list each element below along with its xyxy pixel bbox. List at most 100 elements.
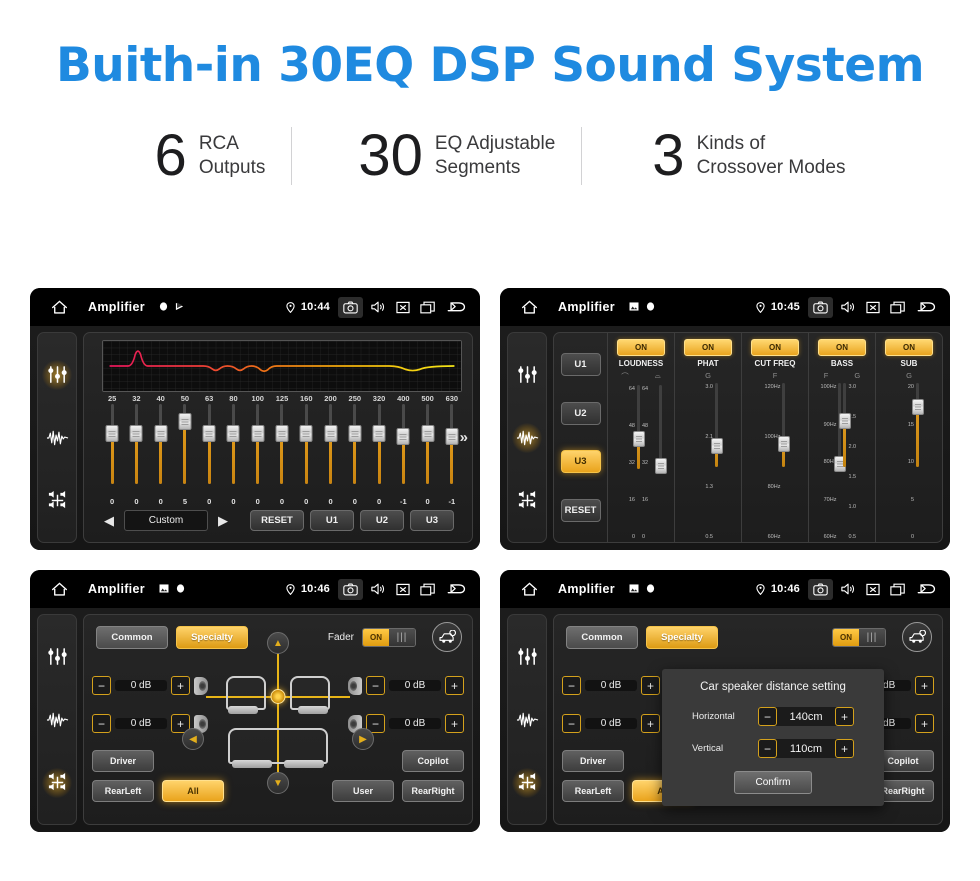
close-icon[interactable] (866, 583, 880, 596)
eq-slider[interactable] (124, 404, 148, 496)
eq-slider-thumb[interactable] (299, 425, 313, 443)
slider-thumb[interactable] (710, 438, 723, 454)
position-user-button[interactable]: User (332, 780, 394, 802)
reset-button[interactable]: RESET (560, 499, 601, 523)
close-icon[interactable] (396, 583, 410, 596)
eq-slider-thumb[interactable] (129, 425, 143, 443)
eq-slider-thumb[interactable] (372, 425, 386, 443)
eq-slider-thumb[interactable] (421, 425, 435, 443)
eq-slider[interactable] (270, 404, 294, 496)
eq-slider-thumb[interactable] (348, 425, 362, 443)
sidebar-item-waveform[interactable] (42, 423, 72, 453)
position-driver-button[interactable]: Driver (92, 750, 154, 772)
sidebar-item-equalizer[interactable] (512, 642, 542, 672)
effect-slider[interactable] (654, 385, 667, 542)
preset-next-button[interactable]: ▶ (214, 513, 232, 529)
sidebar-item-waveform[interactable] (512, 705, 542, 735)
sidebar-item-balance[interactable] (512, 767, 542, 798)
eq-slider-thumb[interactable] (202, 425, 216, 443)
decrement-button[interactable]: − (758, 739, 777, 758)
increment-button[interactable]: + (835, 739, 854, 758)
eq-slider-thumb[interactable] (251, 425, 265, 443)
eq-slider[interactable] (197, 404, 221, 496)
camera-icon[interactable] (338, 578, 363, 600)
effect-slider[interactable]: 3.0 2.1 1.3 0.5 (698, 383, 723, 542)
camera-icon[interactable] (338, 296, 363, 318)
eq-slider-thumb[interactable] (445, 427, 459, 445)
position-copilot-button[interactable]: Copilot (402, 750, 464, 772)
eq-slider-thumb[interactable] (396, 427, 410, 445)
eq-slider[interactable] (100, 404, 124, 496)
back-icon[interactable] (446, 582, 468, 596)
effect-toggle-button[interactable]: ON (751, 339, 799, 356)
preset-u3-button[interactable]: U3 (410, 510, 454, 531)
eq-slider[interactable] (440, 404, 464, 496)
sidebar-item-balance[interactable] (42, 486, 72, 516)
effect-toggle-button[interactable]: ON (818, 339, 866, 356)
effect-slider[interactable]: 120Hz 100Hz 80Hz 60Hz (765, 383, 790, 542)
effect-toggle-button[interactable]: ON (617, 339, 665, 356)
eq-slider-thumb[interactable] (154, 425, 168, 443)
confirm-button[interactable]: Confirm (734, 771, 812, 794)
sidebar-item-balance[interactable] (42, 767, 72, 798)
preset-u2-button[interactable]: U2 (360, 510, 404, 531)
car-settings-icon[interactable] (432, 622, 462, 652)
close-icon[interactable] (396, 301, 410, 314)
increment-button[interactable]: + (445, 676, 464, 695)
tab-specialty[interactable]: Specialty (176, 625, 248, 649)
decrement-button[interactable]: − (758, 707, 777, 726)
back-icon[interactable] (446, 300, 468, 314)
increment-button[interactable]: + (835, 707, 854, 726)
home-icon[interactable] (42, 299, 76, 315)
decrement-button[interactable]: − (366, 676, 385, 695)
slider-thumb[interactable] (911, 398, 924, 415)
eq-slider-thumb[interactable] (324, 425, 338, 443)
sidebar-item-equalizer[interactable] (512, 360, 542, 390)
eq-slider[interactable] (343, 404, 367, 496)
position-all-button[interactable]: All (162, 780, 224, 802)
home-icon[interactable] (512, 581, 546, 597)
camera-icon[interactable] (808, 296, 833, 318)
nav-left-button[interactable]: ◀ (182, 728, 204, 750)
eq-slider-thumb[interactable] (105, 425, 119, 443)
home-icon[interactable] (42, 581, 76, 597)
sidebar-item-equalizer[interactable] (42, 359, 72, 390)
effect-slider[interactable]: 3.0 2.5 2.0 1.5 1.0 0.5 (838, 383, 863, 542)
decrement-button[interactable]: − (92, 676, 111, 695)
eq-slider[interactable] (318, 404, 342, 496)
eq-slider-thumb[interactable] (226, 425, 240, 443)
volume-icon[interactable] (371, 300, 386, 314)
car-settings-icon[interactable] (902, 622, 932, 652)
sidebar-item-equalizer[interactable] (42, 642, 72, 672)
nav-up-button[interactable]: ▲ (267, 632, 289, 654)
preset-u1-button[interactable]: U1 (560, 352, 601, 376)
slider-thumb[interactable] (777, 436, 790, 453)
home-icon[interactable] (512, 299, 546, 315)
balance-position-handle[interactable] (270, 689, 286, 704)
volume-icon[interactable] (841, 300, 856, 314)
seat-diagram[interactable]: ▲ ▼ ◀ ▶ (182, 632, 374, 802)
volume-icon[interactable] (841, 582, 856, 596)
eq-slider[interactable] (294, 404, 318, 496)
reset-button[interactable]: RESET (250, 510, 304, 531)
slider-thumb[interactable] (838, 412, 851, 429)
preset-u2-button[interactable]: U2 (560, 401, 601, 425)
eq-slider[interactable] (149, 404, 173, 496)
eq-slider[interactable] (221, 404, 245, 496)
recent-apps-icon[interactable] (890, 583, 906, 596)
tab-common[interactable]: Common (96, 625, 168, 649)
slider-thumb[interactable] (632, 430, 645, 447)
back-icon[interactable] (916, 300, 938, 314)
position-rearright-button[interactable]: RearRight (402, 780, 464, 802)
back-icon[interactable] (916, 582, 938, 596)
expand-chevron-icon[interactable]: » (460, 429, 468, 446)
effect-toggle-button[interactable]: ON (684, 339, 732, 356)
position-rearleft-button[interactable]: RearLeft (92, 780, 154, 802)
increment-button[interactable]: + (445, 714, 464, 733)
eq-slider[interactable] (391, 404, 415, 496)
sidebar-item-waveform[interactable] (512, 422, 542, 453)
close-icon[interactable] (866, 301, 880, 314)
eq-slider[interactable] (246, 404, 270, 496)
recent-apps-icon[interactable] (890, 301, 906, 314)
eq-slider[interactable] (367, 404, 391, 496)
